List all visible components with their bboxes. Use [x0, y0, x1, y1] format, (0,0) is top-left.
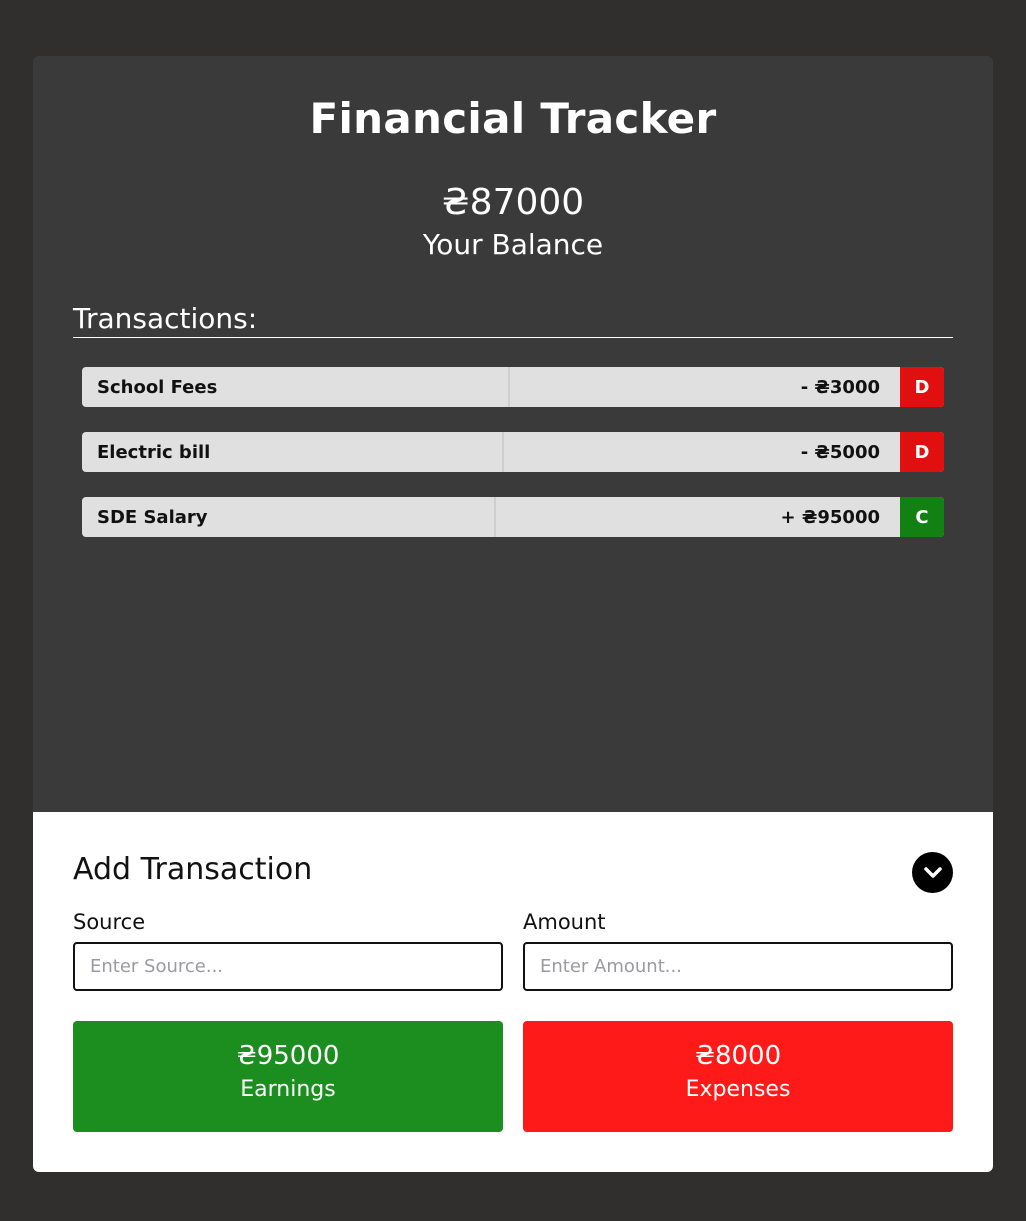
add-transaction-panel: Add Transaction Source Amount ₴95000 Ear…	[33, 812, 993, 1172]
transaction-source: Electric bill	[82, 432, 504, 472]
transaction-row[interactable]: School Fees - ₴3000 D	[82, 367, 944, 407]
transaction-type-badge: D	[900, 367, 944, 407]
transaction-source: SDE Salary	[82, 497, 496, 537]
amount-label: Amount	[523, 910, 606, 934]
transactions-list: School Fees - ₴3000 D Electric bill - ₴5…	[82, 367, 944, 562]
add-transaction-title: Add Transaction	[73, 852, 313, 887]
expenses-button[interactable]: ₴8000 Expenses	[523, 1021, 953, 1132]
balance-amount: ₴87000	[441, 182, 585, 223]
overview-panel: Financial Tracker ₴87000 Your Balance Tr…	[33, 56, 993, 812]
transaction-amount: + ₴95000	[780, 506, 880, 528]
source-label: Source	[73, 910, 146, 934]
amount-input[interactable]	[523, 942, 953, 991]
collapse-toggle-button[interactable]	[912, 852, 953, 893]
expenses-amount: ₴8000	[694, 1041, 782, 1071]
transaction-row[interactable]: SDE Salary + ₴95000 C	[82, 497, 944, 537]
transactions-heading: Transactions:	[73, 302, 953, 338]
earnings-button[interactable]: ₴95000 Earnings	[73, 1021, 503, 1132]
transaction-type-badge: C	[900, 497, 944, 537]
transaction-amount: - ₴3000	[800, 376, 880, 398]
transaction-source: School Fees	[82, 367, 510, 407]
earnings-label: Earnings	[240, 1077, 336, 1102]
chevron-down-icon	[923, 866, 942, 878]
transaction-row[interactable]: Electric bill - ₴5000 D	[82, 432, 944, 472]
tracker-card: Financial Tracker ₴87000 Your Balance Tr…	[33, 56, 993, 1172]
transaction-type-badge: D	[900, 432, 944, 472]
earnings-amount: ₴95000	[236, 1041, 340, 1071]
transaction-amount: - ₴5000	[800, 441, 880, 463]
page-title: Financial Tracker	[309, 94, 717, 143]
expenses-label: Expenses	[685, 1077, 791, 1102]
source-input[interactable]	[73, 942, 503, 991]
balance-label: Your Balance	[422, 228, 604, 261]
